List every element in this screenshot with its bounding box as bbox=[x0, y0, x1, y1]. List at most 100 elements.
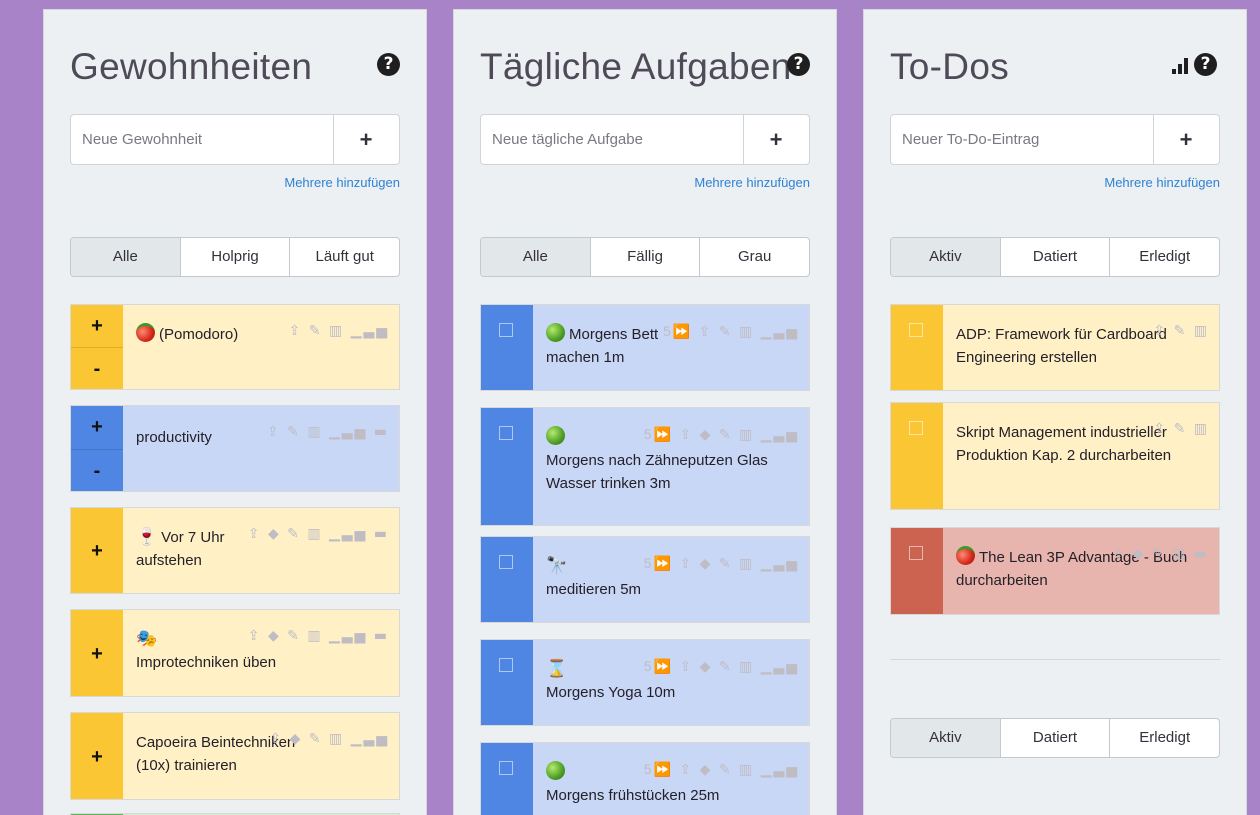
new-habit-input[interactable] bbox=[71, 115, 334, 164]
filter-strong[interactable]: Läuft gut bbox=[290, 238, 399, 276]
habit-controls: + bbox=[71, 508, 123, 593]
habit-item[interactable]: + 🍷 Vor 7 Uhr aufstehen ⇪ ◆ ✎ ▥ ▁▃▅ ▬ bbox=[70, 507, 400, 594]
todo-item[interactable]: The Lean 3P Advantage - Buch durcharbeit… bbox=[890, 527, 1220, 615]
daily-checkbox[interactable] bbox=[499, 323, 513, 337]
todo-checkbox[interactable] bbox=[909, 323, 923, 337]
daily-item[interactable]: Morgens nach Zähneputzen Glas Wasser tri… bbox=[480, 407, 810, 526]
filter-active[interactable]: Aktiv bbox=[891, 719, 1001, 757]
habit-action-icons[interactable]: ⇪ ✎ ▥ ▁▃▅ bbox=[289, 323, 389, 339]
streak-count: 5 bbox=[643, 555, 652, 571]
help-icon[interactable]: ? bbox=[377, 53, 400, 76]
daily-checkbox[interactable] bbox=[499, 555, 513, 569]
habit-action-icons[interactable]: ⇪ ✎ ▥ ▁▃▅ ▬ bbox=[267, 424, 389, 440]
todo-checkbox-area bbox=[891, 403, 943, 509]
help-icon[interactable]: ? bbox=[787, 53, 810, 76]
daily-item[interactable]: Morgens Bett machen 1m 5 ⏩ ⇪ ✎ ▥ ▁▃▅ bbox=[480, 304, 810, 391]
bulk-add-habits-link[interactable]: Mehrere hinzufügen bbox=[284, 175, 400, 190]
daily-item[interactable]: 🔭 meditieren 5m 5 ⏩ ⇪ ◆ ✎ ▥ ▁▃▅ bbox=[480, 536, 810, 623]
habit-action-icons[interactable]: ⇪ ◆ ✎ ▥ ▁▃▅ ▬ bbox=[248, 628, 389, 644]
masks-emoji-icon: 🎭 bbox=[136, 629, 158, 649]
habit-item[interactable]: + - productivity ⇪ ✎ ▥ ▁▃▅ ▬ bbox=[70, 405, 400, 492]
filter-all[interactable]: Alle bbox=[481, 238, 591, 276]
filter-grey[interactable]: Grau bbox=[700, 238, 809, 276]
streak-count: 5 bbox=[643, 761, 652, 777]
daily-text: Morgens Bett machen 1m bbox=[546, 323, 669, 369]
apple-emoji-icon bbox=[546, 426, 565, 445]
new-todo-input[interactable] bbox=[891, 115, 1154, 164]
bar-chart-icon[interactable] bbox=[1171, 55, 1191, 75]
add-daily-button[interactable]: + bbox=[743, 115, 809, 164]
habits-title: Gewohnheiten bbox=[70, 46, 313, 87]
todo-action-icons[interactable]: ⇪ ✎ ▥ bbox=[1153, 323, 1209, 339]
streak-count: 5 bbox=[643, 658, 652, 674]
dailies-title: Tägliche Aufgaben bbox=[480, 46, 792, 87]
habit-text: 🍷 Vor 7 Uhr aufstehen bbox=[136, 527, 225, 569]
daily-checkbox[interactable] bbox=[499, 761, 513, 775]
todo-checkbox[interactable] bbox=[909, 421, 923, 435]
todo-checkbox-area bbox=[891, 528, 943, 614]
add-habit-button[interactable]: + bbox=[333, 115, 399, 164]
filter-all[interactable]: Alle bbox=[71, 238, 181, 276]
daily-checkbox[interactable] bbox=[499, 426, 513, 440]
habits-filter-tabs: Alle Holprig Läuft gut bbox=[70, 237, 400, 277]
filter-completed[interactable]: Erledigt bbox=[1110, 719, 1219, 757]
daily-action-icons[interactable]: 5 ⏩ ⇪ ◆ ✎ ▥ ▁▃▅ bbox=[644, 426, 799, 443]
filter-active[interactable]: Aktiv bbox=[891, 238, 1001, 276]
minus-button[interactable]: - bbox=[71, 448, 123, 492]
daily-action-icons[interactable]: 5 ⏩ ⇪ ◆ ✎ ▥ ▁▃▅ bbox=[644, 658, 799, 675]
habit-controls: + bbox=[71, 610, 123, 696]
todos-bottom-filter-tabs: Aktiv Datiert Erledigt bbox=[890, 718, 1220, 758]
daily-item[interactable]: Morgens frühstücken 25m 5 ⏩ ⇪ ◆ ✎ ▥ ▁▃▅ bbox=[480, 742, 810, 815]
minus-button[interactable]: - bbox=[71, 347, 123, 389]
todos-column: To-Dos ? + Mehrere hinzufügen Aktiv Dati… bbox=[863, 9, 1247, 815]
filter-completed[interactable]: Erledigt bbox=[1110, 238, 1219, 276]
habit-item[interactable]: + - (Pomodoro) ⇪ ✎ ▥ ▁▃▅ bbox=[70, 304, 400, 390]
habit-item[interactable]: + Capoeira Beintechniken (10x) trainiere… bbox=[70, 712, 400, 800]
daily-checkbox-area bbox=[481, 743, 533, 815]
plus-button[interactable]: + bbox=[71, 406, 123, 449]
habit-controls: + bbox=[71, 713, 123, 799]
new-habit-form: + bbox=[70, 114, 400, 165]
plus-button[interactable]: + bbox=[71, 713, 123, 799]
plus-button[interactable]: + bbox=[71, 305, 123, 347]
daily-action-icons[interactable]: 5 ⏩ ⇪ ◆ ✎ ▥ ▁▃▅ bbox=[644, 761, 799, 778]
filter-dated[interactable]: Datiert bbox=[1001, 719, 1111, 757]
help-icon[interactable]: ? bbox=[1194, 53, 1217, 76]
todo-item[interactable]: ADP: Framework für Cardboard Engineering… bbox=[890, 304, 1220, 391]
daily-checkbox-area bbox=[481, 537, 533, 622]
filter-weak[interactable]: Holprig bbox=[181, 238, 291, 276]
streak-count: 5 bbox=[662, 323, 671, 339]
daily-checkbox-area bbox=[481, 305, 533, 390]
bulk-add-todos-link[interactable]: Mehrere hinzufügen bbox=[1104, 175, 1220, 190]
habit-action-icons[interactable]: ⇪ ◆ ✎ ▥ ▁▃▅ bbox=[269, 731, 389, 747]
todo-item[interactable]: Skript Management industrieller Produkti… bbox=[890, 402, 1220, 510]
todo-action-icons[interactable]: ⇪ ◆ ✎ ▥ ▬ bbox=[1113, 546, 1209, 562]
todos-title: To-Dos bbox=[890, 46, 1009, 87]
habit-controls: + - bbox=[71, 305, 123, 389]
habit-action-icons[interactable]: ⇪ ◆ ✎ ▥ ▁▃▅ ▬ bbox=[248, 526, 389, 542]
streak-count: 5 bbox=[643, 426, 652, 442]
new-daily-form: + bbox=[480, 114, 810, 165]
new-daily-input[interactable] bbox=[481, 115, 744, 164]
plus-button[interactable]: + bbox=[71, 508, 123, 593]
filter-due[interactable]: Fällig bbox=[591, 238, 701, 276]
habits-column: Gewohnheiten ? + Mehrere hinzufügen Alle… bbox=[43, 9, 427, 815]
divider bbox=[890, 659, 1220, 660]
new-todo-form: + bbox=[890, 114, 1220, 165]
dailies-filter-tabs: Alle Fällig Grau bbox=[480, 237, 810, 277]
add-todo-button[interactable]: + bbox=[1153, 115, 1219, 164]
todo-checkbox[interactable] bbox=[909, 546, 923, 560]
dailies-column: Tägliche Aufgaben ? + Mehrere hinzufügen… bbox=[453, 9, 837, 815]
apple-emoji-icon bbox=[546, 761, 565, 780]
daily-checkbox[interactable] bbox=[499, 658, 513, 672]
habit-item[interactable]: + 🎭 Improtechniken üben ⇪ ◆ ✎ ▥ ▁▃▅ ▬ bbox=[70, 609, 400, 697]
daily-action-icons[interactable]: 5 ⏩ ⇪ ✎ ▥ ▁▃▅ bbox=[663, 323, 799, 340]
goblet-emoji-icon: 🍷 bbox=[136, 527, 158, 547]
plus-button[interactable]: + bbox=[71, 610, 123, 696]
habit-controls: + - bbox=[71, 406, 123, 491]
bulk-add-dailies-link[interactable]: Mehrere hinzufügen bbox=[694, 175, 810, 190]
daily-item[interactable]: ⌛ Morgens Yoga 10m 5 ⏩ ⇪ ◆ ✎ ▥ ▁▃▅ bbox=[480, 639, 810, 726]
todo-action-icons[interactable]: ⇪ ✎ ▥ bbox=[1153, 421, 1209, 437]
daily-action-icons[interactable]: 5 ⏩ ⇪ ◆ ✎ ▥ ▁▃▅ bbox=[644, 555, 799, 572]
filter-dated[interactable]: Datiert bbox=[1001, 238, 1111, 276]
